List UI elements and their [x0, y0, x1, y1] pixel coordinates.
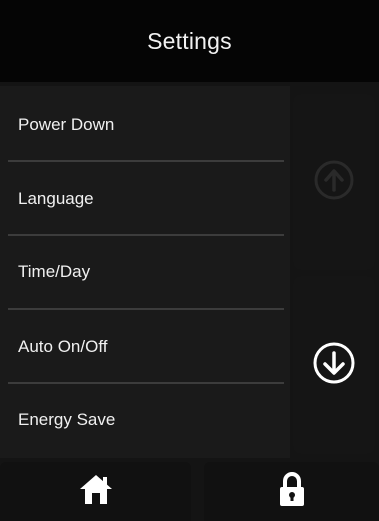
menu-item-label: Language: [18, 189, 94, 208]
menu-item-label: Time/Day: [18, 262, 91, 281]
menu-item-label: Auto On/Off: [18, 337, 108, 356]
menu-divider: [8, 160, 284, 162]
header-bar: Settings: [0, 0, 379, 82]
settings-screen: Settings Power Down Language Time/Day Au…: [0, 0, 379, 521]
menu-item-label: Power Down: [18, 115, 115, 134]
menu-divider: [8, 308, 284, 310]
menu-item-power-down[interactable]: Power Down: [0, 89, 284, 161]
home-button[interactable]: [0, 462, 191, 521]
lock-button[interactable]: [204, 462, 379, 521]
menu-item-energy-save[interactable]: Energy Save: [0, 384, 284, 456]
menu-item-time-day[interactable]: Time/Day: [0, 236, 284, 308]
arrow-up-circle-icon: [312, 158, 356, 207]
menu-item-label: Energy Save: [18, 410, 116, 429]
home-icon: [77, 472, 115, 511]
scroll-down-button[interactable]: [293, 276, 375, 454]
menu-item-auto-on-off[interactable]: Auto On/Off: [0, 311, 284, 383]
menu-item-language[interactable]: Language: [0, 163, 284, 235]
settings-menu: Power Down Language Time/Day Auto On/Off…: [0, 86, 290, 458]
arrow-down-circle-icon: [311, 340, 357, 391]
lock-icon: [277, 470, 307, 513]
scroll-up-button[interactable]: [293, 94, 375, 270]
page-title: Settings: [147, 27, 232, 54]
